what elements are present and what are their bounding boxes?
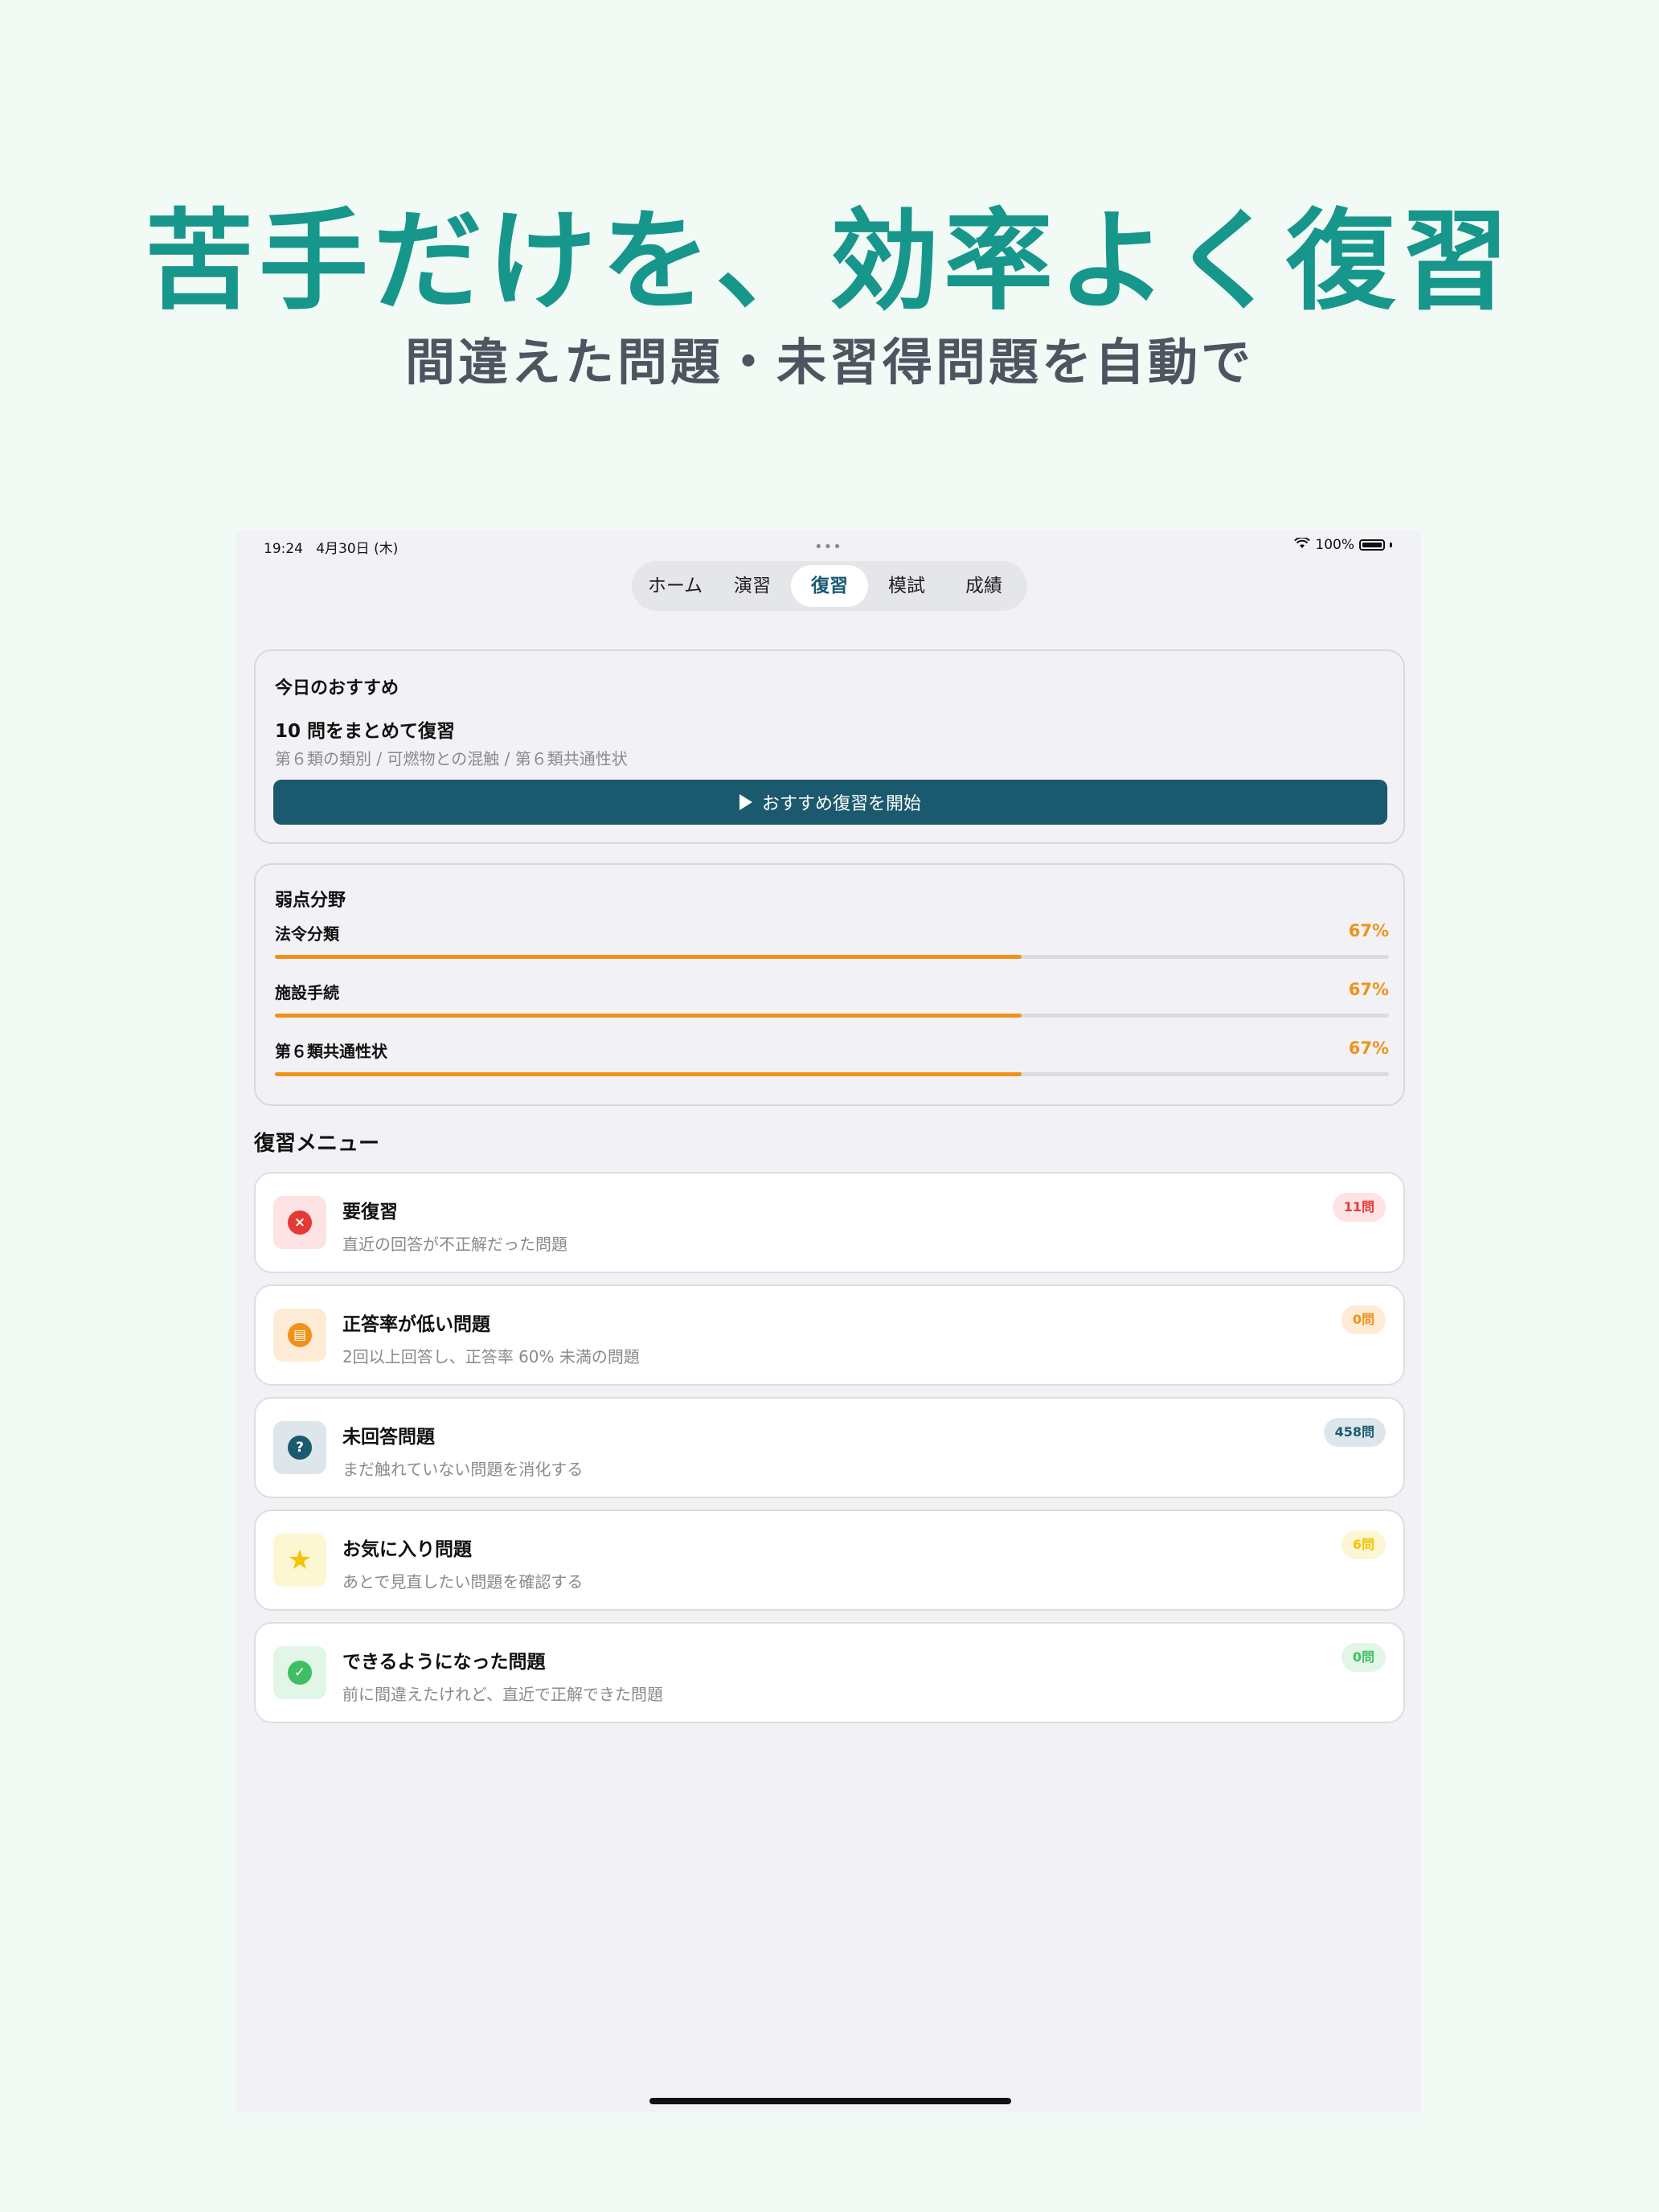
recommend-card: 今日のおすすめ 10 問をまとめて復習 第６類の類別 / 可燃物との混触 / 第… <box>254 649 1405 844</box>
weak-fields-heading: 弱点分野 <box>275 891 346 911</box>
check-seal-icon: ✓ <box>288 1661 312 1685</box>
recommend-title: 10 問をまとめて復習 <box>275 721 456 742</box>
review-item-description: あとで見直したい問題を確認する <box>342 1572 584 1591</box>
review-item-icon-box: ▤ <box>273 1309 326 1362</box>
weak-field-percent: 67% <box>1348 921 1389 940</box>
tab-2[interactable]: 復習 <box>791 565 868 607</box>
weak-field-name: 第６類共通性状 <box>275 1042 387 1061</box>
chart-down-icon: ▤ <box>288 1323 312 1347</box>
review-menu-item[interactable]: ▤ 正答率が低い問題 2回以上回答し、正答率 60% 未満の問題 0問 <box>254 1284 1405 1386</box>
wifi-icon <box>1294 536 1311 553</box>
weak-field-progress-track <box>275 1014 1389 1018</box>
status-time: 19:24 <box>264 541 303 557</box>
tab-0[interactable]: ホーム <box>637 565 714 607</box>
weak-field-row: 第６類共通性状 67% <box>275 1038 1389 1079</box>
review-item-title: お気に入り問題 <box>342 1539 472 1560</box>
status-date: 4月30日 (木) <box>316 541 399 557</box>
tab-4[interactable]: 成績 <box>945 565 1022 607</box>
weak-field-name: 施設手続 <box>275 983 339 1002</box>
review-menu-heading: 復習メニュー <box>254 1132 380 1156</box>
weak-field-percent: 67% <box>1348 980 1389 999</box>
start-recommended-review-button[interactable]: おすすめ復習を開始 <box>273 780 1387 825</box>
review-item-count-badge: 458問 <box>1323 1418 1386 1447</box>
review-menu-item[interactable]: ? 未回答問題まだ触れていない問題を消化する 458問 <box>254 1397 1405 1498</box>
hero-title: 苦手だけを、効率よく復習 <box>145 199 1514 326</box>
review-item-icon-box: ★ <box>273 1534 326 1587</box>
recommend-subtitle: 第６類の類別 / 可燃物との混触 / 第６類共通性状 <box>275 749 628 768</box>
ipad-screen: 19:24 4月30日 (木) ••• 100% ホーム 演習 復習 模試 成績 今日の… <box>236 530 1421 2112</box>
weak-field-progress-track <box>275 955 1389 959</box>
x-circle-icon: × <box>288 1210 312 1235</box>
weak-field-name: 法令分類 <box>275 924 339 944</box>
review-menu-item[interactable]: ★ お気に入り問題あとで見直したい問題を確認する 6問 <box>254 1509 1405 1611</box>
weak-fields-card: 弱点分野 法令分類 67% 施設手続 67% 第６類共通性状 67% <box>254 863 1405 1106</box>
weak-field-row: 施設手続 67% <box>275 980 1389 1020</box>
status-time-date: 19:24 4月30日 (木) <box>264 537 398 557</box>
review-item-icon-box: × <box>273 1196 326 1249</box>
weak-field-progress-track <box>275 1072 1389 1076</box>
review-item-title: 正答率が低い問題 <box>342 1314 490 1335</box>
review-item-count-badge: 6問 <box>1341 1530 1386 1559</box>
weak-field-progress-fill <box>275 955 1022 959</box>
review-item-description: まだ触れていない問題を消化する <box>342 1460 584 1479</box>
weak-field-percent: 67% <box>1348 1038 1389 1058</box>
review-item-count-badge: 0問 <box>1341 1305 1386 1334</box>
weak-field-row: 法令分類 67% <box>275 921 1389 961</box>
review-item-description: 2回以上回答し、正答率 60% 未満の問題 <box>342 1347 640 1366</box>
review-menu-item[interactable]: × 要復習直近の回答が不正解だった問題 11問 <box>254 1172 1405 1273</box>
review-item-count-badge: 11問 <box>1332 1193 1386 1222</box>
review-item-description: 直近の回答が不正解だった問題 <box>342 1235 567 1254</box>
review-item-title: できるようになった問題 <box>342 1652 546 1673</box>
segmented-tab-bar: ホーム 演習 復習 模試 成績 <box>632 561 1027 611</box>
review-menu-item[interactable]: ✓ できるようになった問題前に間違えたけれど、直近で正解できた問題 0問 <box>254 1622 1405 1723</box>
multitasking-dots[interactable]: ••• <box>814 539 842 555</box>
play-icon <box>739 794 752 810</box>
weak-field-progress-fill <box>275 1014 1022 1018</box>
recommend-heading: 今日のおすすめ <box>275 678 399 698</box>
star-icon: ★ <box>287 1544 313 1576</box>
review-item-title: 未回答問題 <box>342 1427 435 1448</box>
battery-percent: 100% <box>1315 537 1354 553</box>
tab-1[interactable]: 演習 <box>714 565 791 607</box>
review-item-title: 要復習 <box>342 1202 398 1223</box>
review-item-icon-box: ✓ <box>273 1646 326 1699</box>
review-item-description: 前に間違えたけれど、直近で正解できた問題 <box>342 1685 663 1704</box>
status-right: 100% <box>1294 536 1392 553</box>
weak-field-progress-fill <box>275 1072 1022 1076</box>
battery-icon <box>1359 539 1385 551</box>
review-item-icon-box: ? <box>273 1421 326 1474</box>
home-indicator[interactable] <box>649 2098 1011 2104</box>
question-circle-icon: ? <box>288 1436 312 1460</box>
hero-subtitle: 間違えた問題・未習得問題を自動で <box>404 333 1254 391</box>
start-button-label: おすすめ復習を開始 <box>761 794 921 814</box>
review-item-count-badge: 0問 <box>1341 1643 1386 1672</box>
tab-3[interactable]: 模試 <box>868 565 945 607</box>
